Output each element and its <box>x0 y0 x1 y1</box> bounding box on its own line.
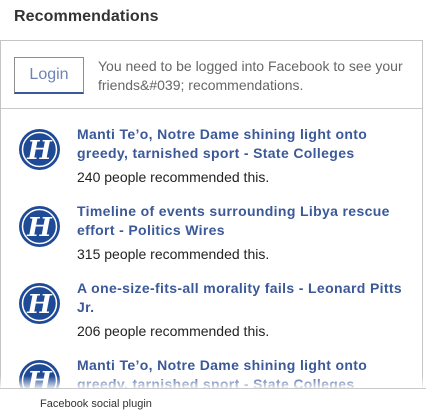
widget-header: Recommendations <box>0 0 426 40</box>
item-recommend-count: 206 people recommended this. <box>77 323 270 339</box>
list-item: H Manti Te’o, Notre Dame shining light o… <box>1 125 422 202</box>
recommendations-widget: Recommendations Login You need to be log… <box>0 0 426 416</box>
social-plugin-link[interactable]: Facebook social plugin <box>40 398 152 410</box>
recommendations-panel: Login You need to be logged into Faceboo… <box>0 40 423 416</box>
svg-text:H: H <box>26 213 53 243</box>
recommendation-list: H Manti Te’o, Notre Dame shining light o… <box>1 125 422 416</box>
item-recommend-count: 315 people recommended this. <box>77 246 270 262</box>
herald-logo-icon[interactable]: H <box>18 205 61 248</box>
login-message: You need to be logged into Facebook to s… <box>98 58 403 93</box>
svg-text:H: H <box>26 136 53 166</box>
login-button[interactable]: Login <box>14 57 84 94</box>
widget-footer: Facebook social plugin <box>0 388 426 416</box>
login-area: Login You need to be logged into Faceboo… <box>1 41 422 109</box>
widget-title: Recommendations <box>14 8 159 25</box>
item-title-link[interactable]: A one-size-fits-all morality fails - Leo… <box>77 279 412 317</box>
list-item: H A one-size-fits-all morality fails - L… <box>1 279 422 356</box>
footer-fade <box>0 376 426 388</box>
item-title-link[interactable]: Manti Te’o, Notre Dame shining light ont… <box>77 125 412 163</box>
herald-logo-icon[interactable]: H <box>18 128 61 171</box>
item-title-link[interactable]: Timeline of events surrounding Libya res… <box>77 202 412 240</box>
herald-logo-icon[interactable]: H <box>18 282 61 325</box>
item-recommend-count: 240 people recommended this. <box>77 169 270 185</box>
svg-text:H: H <box>26 290 53 320</box>
list-item: H Timeline of events surrounding Libya r… <box>1 202 422 279</box>
